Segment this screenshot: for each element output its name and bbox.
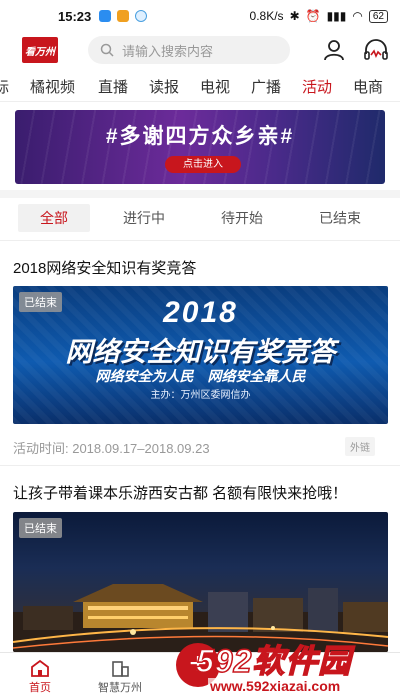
app-notification-icon (135, 10, 148, 22)
alarm-icon: ⏰ (305, 9, 321, 23)
tab-international[interactable]: 际 (0, 76, 9, 97)
tab-live[interactable]: 直播 (98, 76, 128, 97)
filter-ended[interactable]: 已结束 (304, 204, 376, 232)
watermark: 592软件园 www.592xiazai.com (195, 636, 396, 698)
external-link-tag: 外链 (345, 437, 375, 456)
image-slogan: 网络安全为人民 网络安全靠人民 (95, 368, 306, 384)
tab-radio[interactable]: 广播 (251, 76, 281, 97)
nav-smart-wanzhou[interactable]: 智慧万州 (90, 657, 150, 695)
filter-all[interactable]: 全部 (18, 204, 90, 232)
status-badge: 已结束 (19, 292, 62, 312)
channel-tabs: 际 橘视频 直播 读报 电视 广播 活动 电商 (0, 70, 400, 102)
image-organizer: 主办：万州区委网信办 (150, 390, 251, 401)
image-year: 2018 (163, 296, 238, 329)
app-header: 看万州 请输入搜索内容 (0, 32, 400, 68)
activity-time: 活动时间: 2018.09.17–2018.09.23 (13, 441, 210, 456)
activity-title[interactable]: 让孩子带着课本乐游西安古都 名额有限快来抢哦！ (13, 482, 347, 503)
wifi-icon: ◠ (352, 9, 363, 23)
headphones-icon[interactable] (362, 36, 390, 64)
status-bar: 15:23 0.8K/s ✱ ⏰ ▮▮▮ ◠ 62 (0, 0, 400, 32)
watermark-logo: 592软件园 (195, 642, 352, 680)
app-notification-icon (99, 10, 112, 22)
nav-home-label: 首页 (29, 682, 51, 694)
tab-orange-video[interactable]: 橘视频 (30, 76, 75, 97)
tab-newspaper[interactable]: 读报 (149, 76, 179, 97)
status-badge: 已结束 (19, 518, 62, 538)
tab-activities[interactable]: 活动 (302, 76, 332, 97)
building-icon (112, 661, 129, 677)
home-icon (31, 659, 49, 677)
filter-upcoming[interactable]: 待开始 (206, 204, 278, 232)
divider (0, 465, 400, 466)
tab-tv[interactable]: 电视 (200, 76, 230, 97)
search-placeholder: 请输入搜索内容 (122, 43, 214, 59)
nav-home[interactable]: 首页 (10, 657, 70, 695)
app-logo[interactable]: 看万州 (22, 37, 58, 63)
divider (0, 240, 400, 241)
banner-title: #多谢四方众乡亲# (105, 125, 295, 148)
activity-title[interactable]: 2018网络安全知识有奖竞答 (13, 257, 196, 278)
activity-image[interactable]: 已结束 2018 网络安全知识有奖竞答 网络安全为人民 网络安全靠人民 主办：万… (13, 286, 388, 424)
network-speed: 0.8K/s (249, 9, 284, 23)
watermark-url: www.592xiazai.com (208, 678, 343, 694)
filter-ongoing[interactable]: 进行中 (108, 204, 180, 232)
app-notification-icon (117, 10, 130, 22)
status-right: 0.8K/s ✱ ⏰ ▮▮▮ ◠ 62 (250, 9, 388, 23)
battery-indicator: 62 (368, 9, 388, 23)
user-icon[interactable] (320, 36, 348, 64)
activity-filters: 全部 进行中 待开始 已结束 (18, 204, 388, 232)
search-icon (100, 43, 114, 57)
promo-banner[interactable]: #多谢四方众乡亲# 点击进入 (15, 110, 385, 184)
bluetooth-icon: ✱ (289, 9, 300, 23)
banner-enter-button[interactable]: 点击进入 (165, 156, 241, 173)
search-input[interactable]: 请输入搜索内容 (88, 36, 290, 64)
tab-ecommerce[interactable]: 电商 (353, 76, 383, 97)
section-divider (0, 190, 400, 198)
signal-icon: ▮▮▮ (326, 9, 347, 23)
nav-smart-label: 智慧万州 (98, 682, 142, 694)
image-headline: 网络安全知识有奖竞答 (65, 337, 336, 367)
activity-image[interactable]: 已结束 (13, 512, 388, 652)
status-time: 15:23 (58, 8, 92, 24)
